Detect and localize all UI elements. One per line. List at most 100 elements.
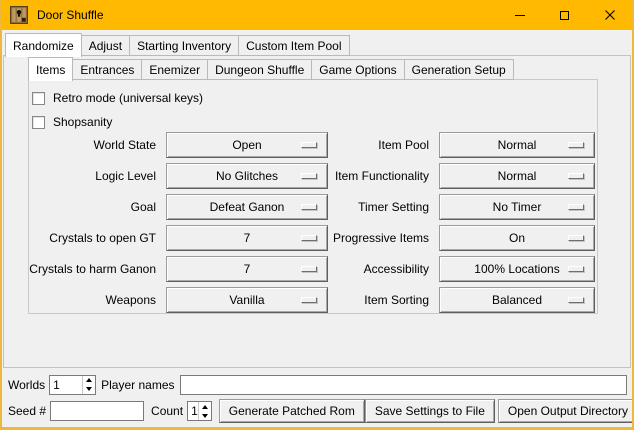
triangle-up-icon [202, 405, 208, 409]
triangle-down-icon [86, 387, 92, 391]
dropdown-logic-level[interactable]: No Glitches [166, 163, 328, 189]
dropdown-value: 7 [244, 231, 251, 245]
spinner-up-button[interactable] [83, 376, 95, 385]
dropdown-weapons[interactable]: Vanilla [166, 287, 328, 313]
option-row: Logic Level No Glitches Item Functionali… [29, 160, 597, 191]
weapons-label: Weapons [29, 293, 161, 307]
tab-dungeon-shuffle[interactable]: Dungeon Shuffle [208, 59, 312, 80]
progressive-items-label: Progressive Items [328, 231, 434, 245]
worlds-label: Worlds [8, 378, 45, 392]
triangle-up-icon [86, 378, 92, 382]
dropdown-value: 7 [244, 262, 251, 276]
crystals-gt-label: Crystals to open GT [29, 231, 161, 245]
crystals-ganon-label: Crystals to harm Ganon [29, 262, 161, 276]
dropdown-indicator-icon [568, 235, 584, 241]
option-row: Weapons Vanilla Item Sorting Balanced [29, 284, 597, 315]
tab-label: Enemizer [149, 63, 200, 77]
dropdown-indicator-icon [301, 297, 317, 303]
tab-label: Entrances [80, 63, 134, 77]
tab-starting-inventory[interactable]: Starting Inventory [130, 35, 239, 56]
dropdown-indicator-icon [301, 173, 317, 179]
tab-game-options[interactable]: Game Options [312, 59, 404, 80]
dropdown-value: Defeat Ganon [210, 200, 285, 214]
dropdown-value: On [509, 231, 525, 245]
tab-items[interactable]: Items [28, 57, 73, 81]
count-label: Count [151, 404, 183, 418]
dropdown-value: Open [232, 138, 261, 152]
dropdown-accessibility[interactable]: 100% Locations [439, 256, 595, 282]
dropdown-value: Balanced [492, 293, 542, 307]
spinner-up-button[interactable] [199, 402, 211, 411]
dropdown-value: No Timer [493, 200, 542, 214]
tab-custom-item-pool[interactable]: Custom Item Pool [239, 35, 349, 56]
dropdown-indicator-icon [301, 266, 317, 272]
maximize-button[interactable] [542, 0, 587, 30]
triangle-down-icon [202, 414, 208, 418]
dropdown-timer-setting[interactable]: No Timer [439, 194, 595, 220]
player-names-label: Player names [101, 378, 174, 392]
main-tabbar: Randomize Adjust Starting Inventory Cust… [5, 33, 350, 56]
options-grid: World State Open Item Pool Normal Logic … [29, 129, 597, 315]
worlds-value: 1 [50, 376, 82, 394]
accessibility-label: Accessibility [328, 262, 434, 276]
tab-entrances[interactable]: Entrances [73, 59, 142, 80]
dropdown-value: No Glitches [216, 169, 278, 183]
dropdown-crystals-gt[interactable]: 7 [166, 225, 328, 251]
close-button[interactable] [587, 0, 632, 30]
generate-rom-button[interactable]: Generate Patched Rom [219, 399, 365, 423]
dropdown-item-functionality[interactable]: Normal [439, 163, 595, 189]
item-sorting-label: Item Sorting [328, 293, 434, 307]
option-row: Crystals to harm Ganon 7 Accessibility 1… [29, 253, 597, 284]
tab-generation-setup[interactable]: Generation Setup [405, 59, 514, 80]
spinner-down-button[interactable] [199, 411, 211, 420]
shopsanity-label: Shopsanity [53, 115, 112, 129]
dropdown-indicator-icon [301, 204, 317, 210]
player-names-input[interactable] [180, 375, 628, 395]
option-row: Crystals to open GT 7 Progressive Items … [29, 222, 597, 253]
tab-label: Generation Setup [412, 63, 506, 77]
tab-label: Randomize [13, 39, 74, 53]
seed-input[interactable] [50, 401, 144, 421]
door-icon [10, 6, 28, 24]
close-icon [604, 9, 616, 21]
dropdown-indicator-icon [568, 297, 584, 303]
dropdown-indicator-icon [301, 235, 317, 241]
dropdown-item-pool[interactable]: Normal [439, 132, 595, 158]
dropdown-value: Normal [498, 138, 537, 152]
tab-label: Game Options [319, 63, 396, 77]
seed-label: Seed # [8, 404, 46, 418]
tab-adjust[interactable]: Adjust [82, 35, 130, 56]
timer-setting-label: Timer Setting [328, 200, 434, 214]
dropdown-item-sorting[interactable]: Balanced [439, 287, 595, 313]
count-value: 1 [188, 402, 198, 420]
goal-label: Goal [29, 200, 161, 214]
tab-label: Dungeon Shuffle [215, 63, 304, 77]
tab-randomize[interactable]: Randomize [5, 33, 82, 57]
dropdown-crystals-ganon[interactable]: 7 [166, 256, 328, 282]
seed-row: Seed # Count 1 Generate Patched Rom Save… [8, 399, 627, 423]
retro-mode-checkbox[interactable] [32, 92, 45, 105]
window-title: Door Shuffle [37, 8, 104, 22]
minimize-button[interactable] [497, 0, 542, 30]
maximize-icon [560, 11, 569, 20]
dropdown-world-state[interactable]: Open [166, 132, 328, 158]
open-output-button[interactable]: Open Output Directory [498, 399, 634, 423]
shopsanity-checkbox[interactable] [32, 116, 45, 129]
world-state-label: World State [29, 138, 161, 152]
option-row: World State Open Item Pool Normal [29, 129, 597, 160]
dropdown-goal[interactable]: Defeat Ganon [166, 194, 328, 220]
save-settings-button[interactable]: Save Settings to File [365, 399, 495, 423]
tab-label: Custom Item Pool [246, 39, 341, 53]
option-row: Goal Defeat Ganon Timer Setting No Timer [29, 191, 597, 222]
settings-tabbar: Items Entrances Enemizer Dungeon Shuffle… [28, 57, 514, 80]
items-panel: Retro mode (universal keys) Shopsanity W… [28, 79, 598, 314]
spinner-arrows [82, 376, 95, 394]
count-spinbox[interactable]: 1 [187, 401, 212, 421]
titlebar: Door Shuffle [2, 0, 632, 30]
tab-label: Items [36, 63, 65, 77]
dropdown-progressive-items[interactable]: On [439, 225, 595, 251]
tab-enemizer[interactable]: Enemizer [142, 59, 208, 80]
spinner-arrows [198, 402, 211, 420]
worlds-spinbox[interactable]: 1 [49, 375, 96, 395]
spinner-down-button[interactable] [83, 385, 95, 394]
